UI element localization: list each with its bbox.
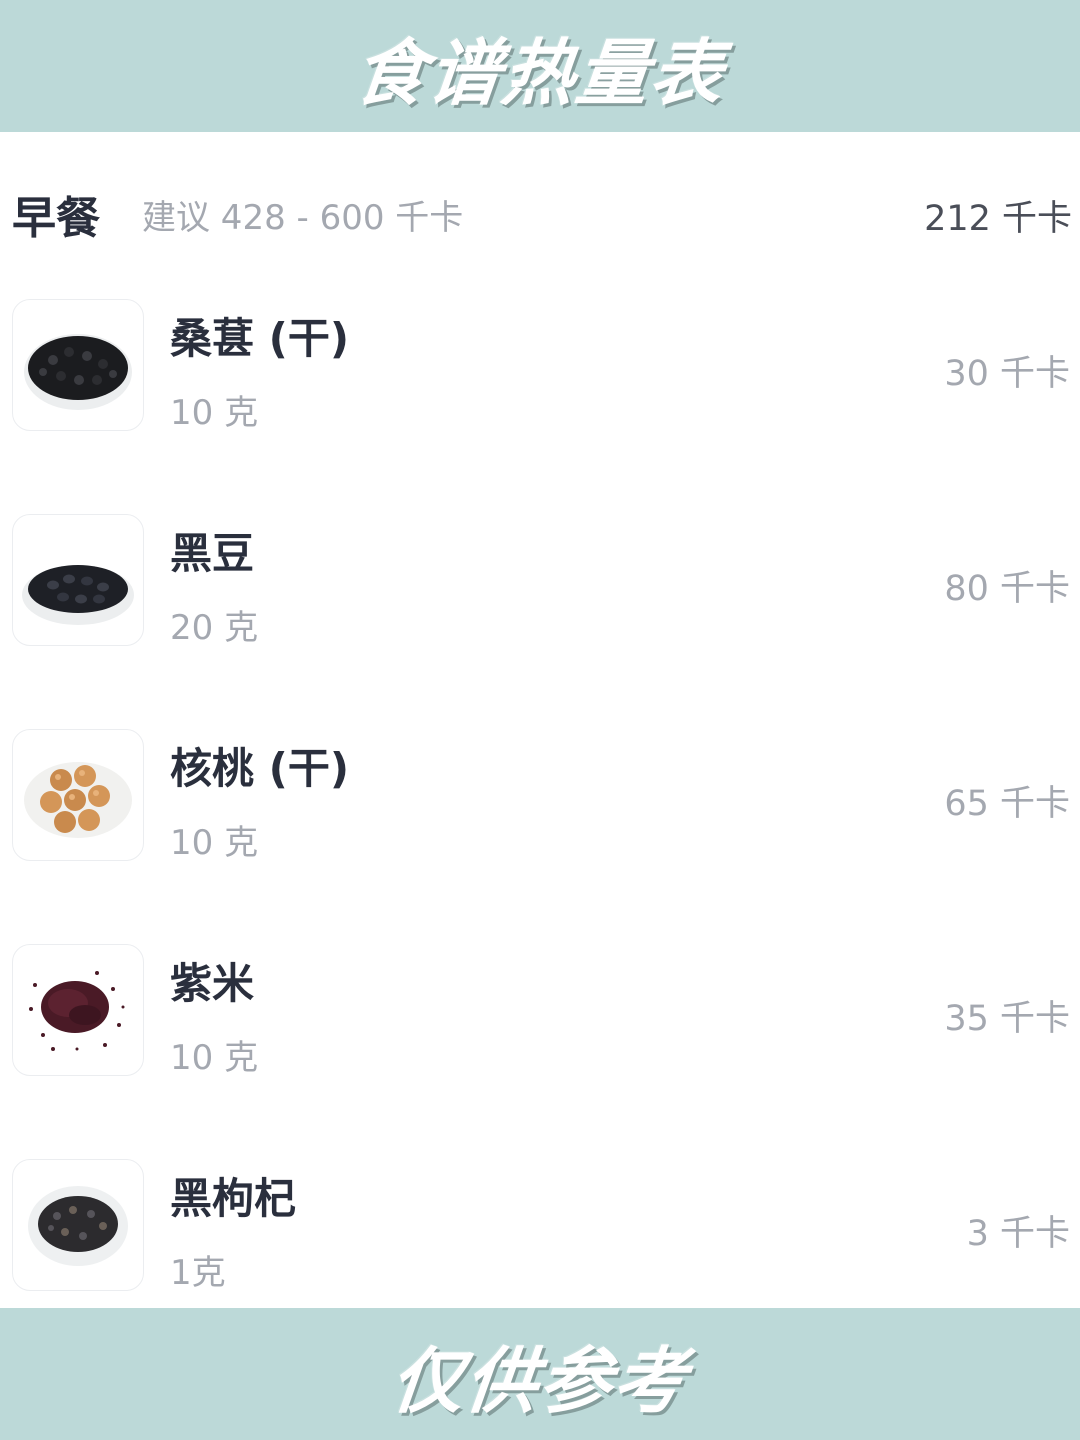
- food-kcal: 30 千卡: [944, 354, 1070, 394]
- food-list: 桑葚 (干) 10 克 30 千卡 黑豆 20 克 80 千卡 核桃 (干) 1…: [0, 287, 1080, 1362]
- food-row[interactable]: 紫米 10 克 35 千卡: [0, 932, 1080, 1147]
- food-amount: 10 克: [170, 823, 259, 863]
- page: 食谱热量表 早餐 建议 428 - 600 千卡 212 千卡 桑葚 (干) 1…: [0, 0, 1080, 1440]
- footer-note: 仅供参考: [386, 1338, 692, 1423]
- meal-suggestion: 建议 428 - 600 千卡: [142, 198, 464, 238]
- meal-total-kcal: 212 千卡: [924, 199, 1072, 239]
- food-row[interactable]: 桑葚 (干) 10 克 30 千卡: [0, 287, 1080, 502]
- food-kcal: 35 千卡: [944, 999, 1070, 1039]
- page-title: 食谱热量表: [349, 30, 729, 115]
- food-name: 黑枸杞: [170, 1174, 297, 1223]
- food-row[interactable]: 核桃 (干) 10 克 65 千卡: [0, 717, 1080, 932]
- black-beans-plate-icon: [12, 514, 144, 646]
- food-amount: 1克: [170, 1253, 226, 1293]
- food-amount: 10 克: [170, 1038, 259, 1078]
- food-name: 桑葚 (干): [170, 314, 350, 363]
- top-banner: 食谱热量表: [0, 0, 1080, 132]
- food-name: 黑豆: [170, 529, 255, 578]
- meal-header[interactable]: 早餐 建议 428 - 600 千卡 212 千卡: [0, 132, 1080, 287]
- meal-name: 早餐: [12, 193, 100, 244]
- food-name: 紫米: [170, 959, 255, 1008]
- dried-mulberry-plate-icon: [12, 299, 144, 431]
- food-amount: 10 克: [170, 393, 259, 433]
- food-kcal: 3 千卡: [966, 1214, 1070, 1254]
- food-amount: 20 克: [170, 608, 259, 648]
- food-kcal: 65 千卡: [944, 784, 1070, 824]
- bottom-banner: 仅供参考: [0, 1308, 1080, 1440]
- purple-rice-pile-icon: [12, 944, 144, 1076]
- food-kcal: 80 千卡: [944, 569, 1070, 609]
- black-goji-plate-icon: [12, 1159, 144, 1291]
- food-row[interactable]: 黑豆 20 克 80 千卡: [0, 502, 1080, 717]
- food-name: 核桃 (干): [170, 744, 350, 793]
- walnuts-plate-icon: [12, 729, 144, 861]
